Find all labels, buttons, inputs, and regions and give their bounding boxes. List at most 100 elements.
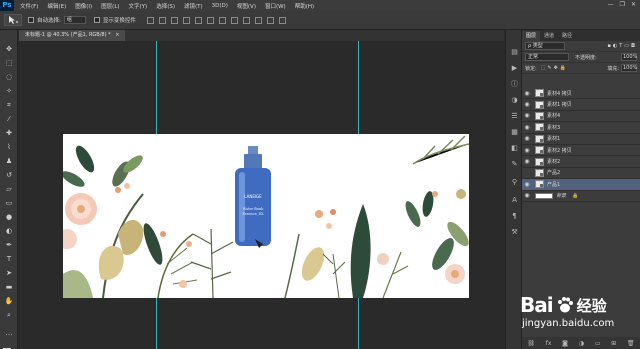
move-tool-icon[interactable]: ✥ [4,44,14,54]
kind-filter-select[interactable]: ρ 类型 [525,42,565,50]
brush-panel-icon[interactable]: ✎ [510,160,519,169]
document-tab[interactable]: 未标题-1 @ 40.3% (产品1, RGB/8) * × [19,30,126,41]
minimize-button[interactable]: — [608,1,614,8]
filter-icons[interactable]: ▪◐T▭◘ [608,43,638,49]
layer-row[interactable]: ◉ 素材2 拷贝 [522,145,640,157]
visibility-eye-icon[interactable]: ◉ [522,192,532,199]
align-bottom-icon[interactable] [170,16,178,24]
align-left-icon[interactable] [182,16,190,24]
dodge-tool-icon[interactable]: ◐ [4,226,14,236]
document-tab-close[interactable]: × [115,32,119,38]
opacity-field[interactable]: 100% [621,53,637,61]
menu-layer[interactable]: 图层(L) [101,2,119,10]
hand-tool-icon[interactable]: ✋ [4,296,14,306]
layer-row[interactable]: ◉ 素材4 [522,111,640,123]
gradient-tool-icon[interactable]: ▭ [4,198,14,208]
healing-brush-tool-icon[interactable]: ✚ [4,128,14,138]
auto-select-checkbox[interactable] [28,17,34,23]
swatches-panel-icon[interactable]: ▦ [510,128,519,137]
close-button[interactable]: ✕ [631,1,636,8]
adjustments-panel-icon[interactable]: ◑ [510,96,519,105]
document-canvas[interactable]: LANEIGE Water Bank Essence_EX [63,134,469,298]
crop-tool-icon[interactable]: ⌗ [4,100,14,110]
menu-view[interactable]: 视图(V) [237,2,256,10]
tool-presets-panel-icon[interactable]: ⚒ [510,228,519,237]
properties-panel-icon[interactable]: ☰ [510,112,519,121]
tab-channels[interactable]: 通道 [540,31,558,41]
fill-field[interactable]: 100% [621,64,637,72]
window-controls: — ❐ ✕ [608,1,636,8]
styles-panel-icon[interactable]: ◧ [510,144,519,153]
layer-row[interactable]: ◉ 素材4 拷贝 [522,88,640,100]
menu-image[interactable]: 图像(I) [75,2,92,10]
tab-layers[interactable]: 图层 [522,31,541,41]
marquee-tool-icon[interactable]: ⬚ [4,58,14,68]
layer-row[interactable]: ◉ 素材2 [522,156,640,168]
menu-file[interactable]: 文件(F) [20,2,38,10]
path-selection-tool-icon[interactable]: ➤ [4,268,14,278]
eyedropper-tool-icon[interactable]: ⁄ [4,114,14,124]
blend-mode-select[interactable]: 正常 [525,53,569,61]
layer-row-selected[interactable]: ◉ 产品1 [522,179,640,191]
pen-tool-icon[interactable]: ✒ [4,240,14,250]
eraser-tool-icon[interactable]: ▱ [4,184,14,194]
menu-type[interactable]: 文字(Y) [129,2,148,10]
distribute-hcenter-icon[interactable] [266,16,274,24]
menu-window[interactable]: 窗口(W) [265,2,286,10]
layer-name: 产品2 [547,170,561,177]
auto-select-dropdown[interactable]: 组 [63,16,86,24]
shape-tool-icon[interactable]: ▬ [4,282,14,292]
distribute-bottom-icon[interactable] [242,16,250,24]
history-brush-tool-icon[interactable]: ↺ [4,170,14,180]
distribute-vcenter-icon[interactable] [230,16,238,24]
distribute-right-icon[interactable] [278,16,286,24]
clone-stamp-tool-icon[interactable]: ♟ [4,156,14,166]
visibility-eye-icon[interactable]: ◉ [522,181,532,188]
align-right-icon[interactable] [206,16,214,24]
info-panel-icon[interactable]: ⓘ [510,80,519,89]
magic-wand-tool-icon[interactable]: ✧ [4,86,14,96]
lock-icons[interactable]: ⬚✎✥🔒 [541,65,568,71]
visibility-eye-icon[interactable]: ◉ [522,90,532,97]
brush-tool-icon[interactable]: ⌇ [4,142,14,152]
distribute-top-icon[interactable] [218,16,226,24]
blur-tool-icon[interactable]: ● [4,212,14,222]
show-transform-checkbox[interactable] [93,17,100,23]
visibility-eye-icon[interactable]: ◉ [522,112,532,119]
menu-select[interactable]: 选择(S) [156,2,175,10]
layer-row-background[interactable]: ◉ 背景 🔒 [522,191,640,202]
visibility-eye-icon[interactable]: ◉ [522,158,532,165]
menu-3d[interactable]: 3D(D) [212,3,228,9]
layer-row[interactable]: ◉ 素材3 [522,122,640,134]
visibility-eye-icon[interactable]: ◉ [522,101,532,108]
actions-panel-icon[interactable]: ▶ [510,64,519,73]
layer-row[interactable]: ◉ 产品2 [522,168,640,180]
visibility-eye-icon[interactable]: ◉ [522,147,532,154]
restore-button[interactable]: ❐ [620,1,625,8]
align-top-icon[interactable] [146,16,154,24]
type-tool-icon[interactable]: T [4,254,14,264]
lasso-tool-icon[interactable]: ◌ [4,72,14,82]
lock-icon: 🔒 [572,192,579,199]
tab-paths[interactable]: 路径 [558,31,576,41]
more-tools-icon[interactable]: … [4,328,14,338]
layer-row[interactable]: ◉ 素材1 [522,134,640,145]
clone-source-panel-icon[interactable]: ⚲ [510,178,519,187]
canvas-area[interactable]: LANEIGE Water Bank Essence_EX [19,41,504,349]
layer-row[interactable]: ◉ 素材1 拷贝 [522,99,640,111]
menu-help[interactable]: 帮助(H) [295,2,314,10]
paragraph-panel-icon[interactable]: ¶ [510,212,519,221]
align-hcenter-icon[interactable] [194,16,202,24]
menu-filter[interactable]: 滤镜(T) [184,2,203,10]
character-panel-icon[interactable]: A [510,196,519,205]
tool-preset-picker[interactable] [4,14,22,26]
zoom-tool-icon[interactable]: ⌕ [4,310,14,320]
visibility-eye-icon[interactable]: ◉ [522,169,532,176]
history-panel-icon[interactable]: ▤ [510,48,519,57]
menu-bar: Ps 文件(F) 编辑(E) 图像(I) 图层(L) 文字(Y) 选择(S) 滤… [0,0,640,11]
visibility-eye-icon[interactable]: ◉ [522,135,532,142]
distribute-left-icon[interactable] [254,16,262,24]
align-vcenter-icon[interactable] [158,16,166,24]
menu-edit[interactable]: 编辑(E) [47,2,66,10]
visibility-eye-icon[interactable]: ◉ [522,124,532,131]
